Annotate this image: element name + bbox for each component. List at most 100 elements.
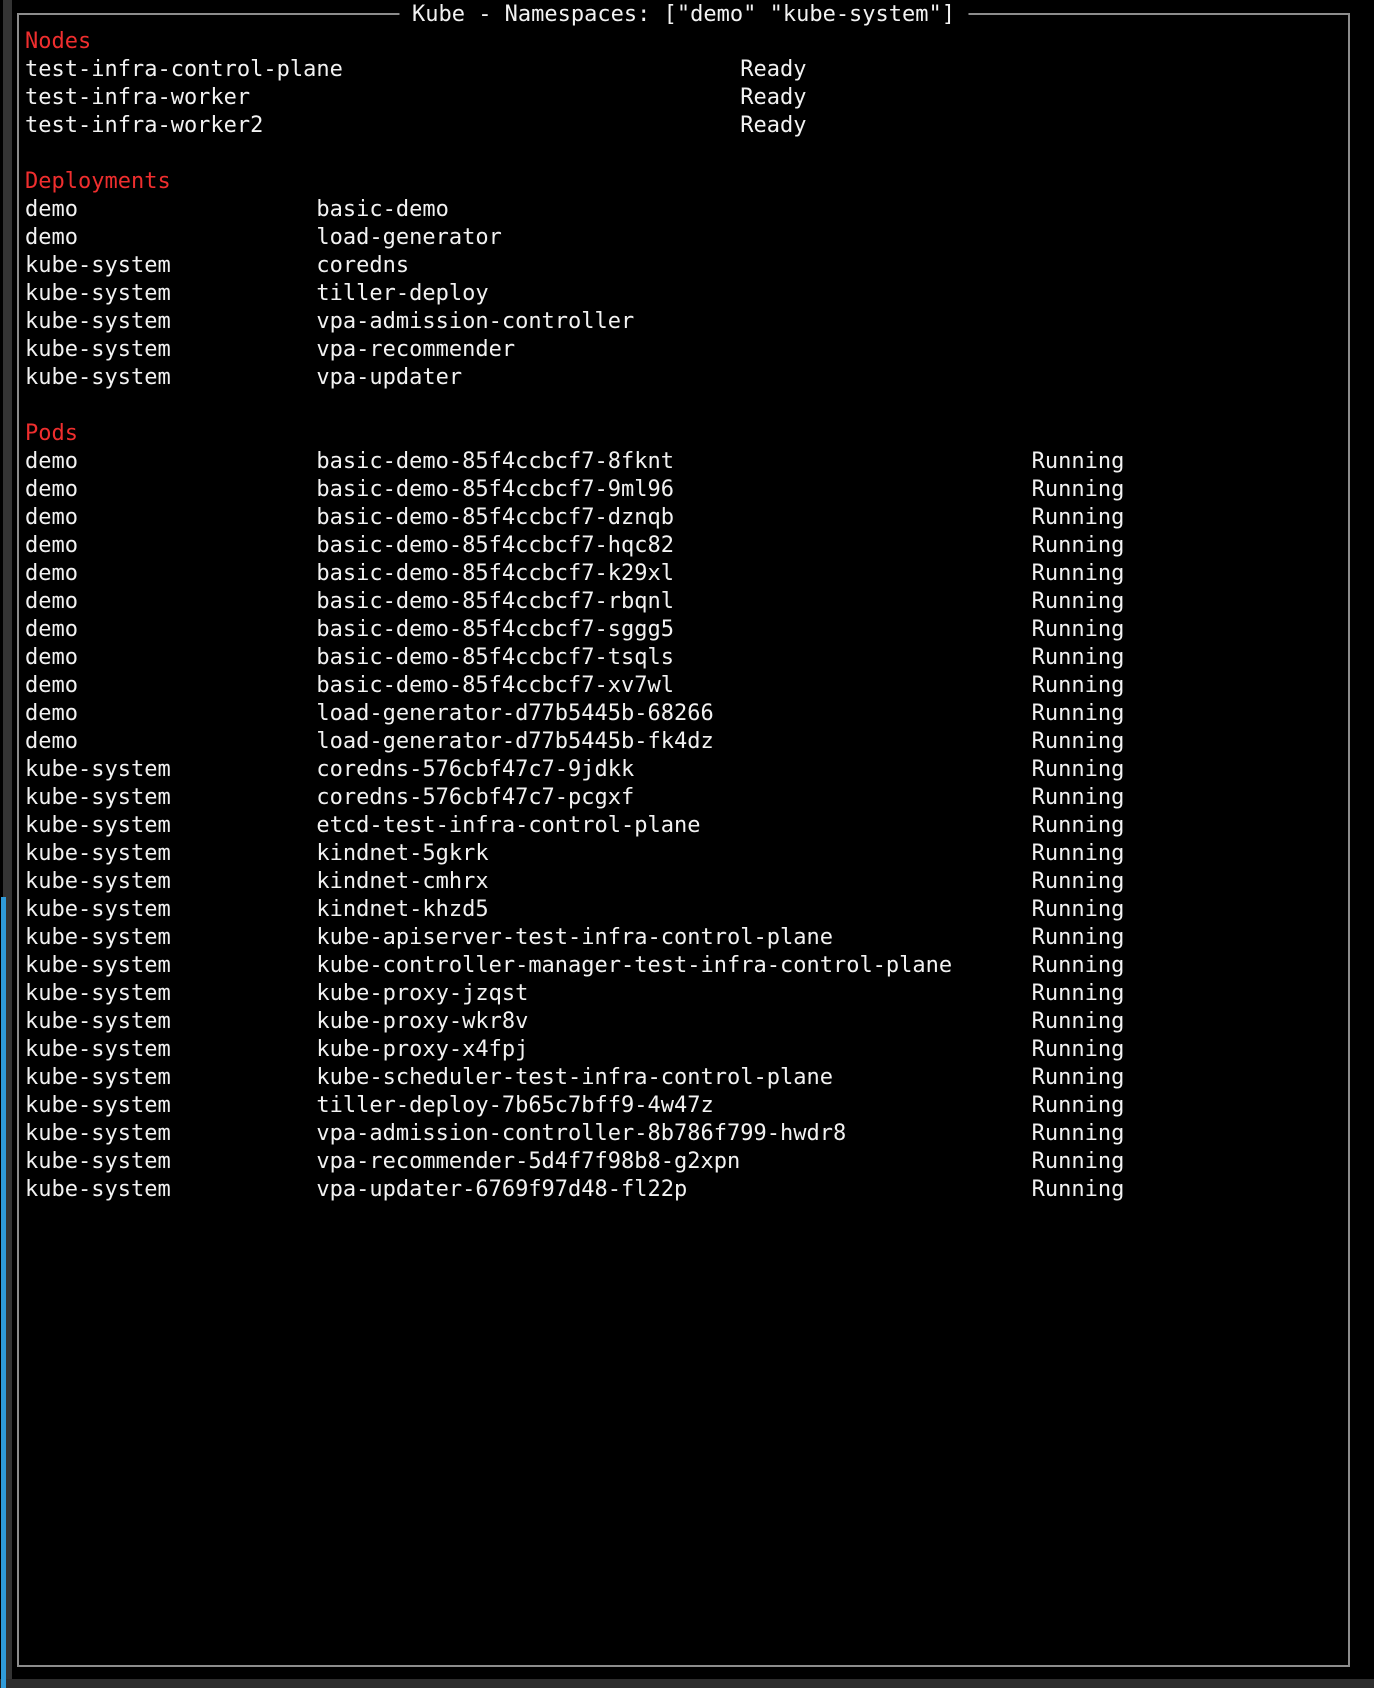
section-header-nodes: Nodes — [25, 28, 1346, 56]
deployment-name: tiller-deploy — [316, 281, 488, 306]
pod-status: Running — [1032, 1093, 1125, 1118]
scroll-indicator[interactable] — [1, 897, 6, 1688]
pod-namespace: demo — [25, 476, 316, 504]
pod-status: Running — [1032, 869, 1125, 894]
pod-namespace: demo — [25, 588, 316, 616]
pod-namespace: kube-system — [25, 952, 316, 980]
node-status: Ready — [740, 57, 806, 82]
pod-namespace: kube-system — [25, 1036, 316, 1064]
deployment-namespace: demo — [25, 196, 316, 224]
pod-status: Running — [1032, 477, 1125, 502]
pod-namespace: demo — [25, 532, 316, 560]
pod-row: kube-systemkube-proxy-wkr8vRunning — [25, 1008, 1346, 1036]
pod-name: vpa-updater-6769f97d48-fl22p — [316, 1176, 1031, 1204]
pod-name: basic-demo-85f4ccbcf7-9ml96 — [316, 476, 1031, 504]
pod-name: basic-demo-85f4ccbcf7-sggg5 — [316, 616, 1031, 644]
pod-namespace: demo — [25, 700, 316, 728]
spacer-row — [25, 140, 1346, 168]
pod-status: Running — [1032, 645, 1125, 670]
panel-content: Nodestest-infra-control-planeReadytest-i… — [25, 28, 1346, 1204]
node-name: test-infra-control-plane — [25, 56, 740, 84]
pod-name: kube-apiserver-test-infra-control-plane — [316, 924, 1031, 952]
deployment-name: vpa-recommender — [316, 337, 515, 362]
pod-status: Running — [1032, 1037, 1125, 1062]
pod-row: kube-systemcoredns-576cbf47c7-9jdkkRunni… — [25, 756, 1346, 784]
pod-namespace: kube-system — [25, 1176, 316, 1204]
pod-namespace: demo — [25, 616, 316, 644]
pod-name: basic-demo-85f4ccbcf7-dznqb — [316, 504, 1031, 532]
node-name: test-infra-worker — [25, 84, 740, 112]
pod-row: demobasic-demo-85f4ccbcf7-9ml96Running — [25, 476, 1346, 504]
pod-namespace: kube-system — [25, 924, 316, 952]
pod-status: Running — [1032, 1065, 1125, 1090]
pod-status: Running — [1032, 701, 1125, 726]
pod-status: Running — [1032, 1149, 1125, 1174]
pod-status: Running — [1032, 925, 1125, 950]
pod-status: Running — [1032, 813, 1125, 838]
pod-status: Running — [1032, 981, 1125, 1006]
pod-name: basic-demo-85f4ccbcf7-8fknt — [316, 448, 1031, 476]
pod-namespace: demo — [25, 644, 316, 672]
pod-status: Running — [1032, 1009, 1125, 1034]
spacer-row — [25, 392, 1346, 420]
pod-status: Running — [1032, 729, 1125, 754]
pod-name: basic-demo-85f4ccbcf7-k29xl — [316, 560, 1031, 588]
pod-name: kube-proxy-wkr8v — [316, 1008, 1031, 1036]
pod-row: kube-systemvpa-recommender-5d4f7f98b8-g2… — [25, 1148, 1346, 1176]
pod-name: kindnet-khzd5 — [316, 896, 1031, 924]
pod-name: vpa-admission-controller-8b786f799-hwdr8 — [316, 1120, 1031, 1148]
pod-name: load-generator-d77b5445b-fk4dz — [316, 728, 1031, 756]
pod-row: demobasic-demo-85f4ccbcf7-sggg5Running — [25, 616, 1346, 644]
pod-name: kube-scheduler-test-infra-control-plane — [316, 1064, 1031, 1092]
pod-namespace: kube-system — [25, 1120, 316, 1148]
deployment-row: demobasic-demo — [25, 196, 1346, 224]
pod-status: Running — [1032, 785, 1125, 810]
node-row: test-infra-workerReady — [25, 84, 1346, 112]
panel-title: Kube - Namespaces: ["demo" "kube-system"… — [399, 2, 968, 28]
pod-namespace: kube-system — [25, 1064, 316, 1092]
pod-row: kube-systemcoredns-576cbf47c7-pcgxfRunni… — [25, 784, 1346, 812]
pod-name: basic-demo-85f4ccbcf7-xv7wl — [316, 672, 1031, 700]
terminal-screen[interactable]: Kube - Namespaces: ["demo" "kube-system"… — [0, 0, 1374, 1688]
pod-status: Running — [1032, 449, 1125, 474]
pod-row: kube-systemkindnet-5gkrkRunning — [25, 840, 1346, 868]
pod-namespace: demo — [25, 504, 316, 532]
node-status: Ready — [740, 85, 806, 110]
pod-status: Running — [1032, 1121, 1125, 1146]
node-row: test-infra-worker2Ready — [25, 112, 1346, 140]
pod-name: vpa-recommender-5d4f7f98b8-g2xpn — [316, 1148, 1031, 1176]
deployment-name: basic-demo — [316, 197, 448, 222]
pod-name: basic-demo-85f4ccbcf7-tsqls — [316, 644, 1031, 672]
pod-namespace: kube-system — [25, 756, 316, 784]
pod-status: Running — [1032, 617, 1125, 642]
pod-status: Running — [1032, 533, 1125, 558]
kube-panel: Kube - Namespaces: ["demo" "kube-system"… — [17, 13, 1350, 1667]
pod-name: tiller-deploy-7b65c7bff9-4w47z — [316, 1092, 1031, 1120]
deployment-namespace: kube-system — [25, 364, 316, 392]
deployment-row: kube-systemvpa-recommender — [25, 336, 1346, 364]
pod-row: kube-systemkube-scheduler-test-infra-con… — [25, 1064, 1346, 1092]
pod-status: Running — [1032, 589, 1125, 614]
deployment-row: demoload-generator — [25, 224, 1346, 252]
pod-row: kube-systemkube-controller-manager-test-… — [25, 952, 1346, 980]
node-status: Ready — [740, 113, 806, 138]
pod-row: kube-systemtiller-deploy-7b65c7bff9-4w47… — [25, 1092, 1346, 1120]
pod-namespace: kube-system — [25, 1148, 316, 1176]
pod-row: kube-systemkindnet-khzd5Running — [25, 896, 1346, 924]
pod-status: Running — [1032, 757, 1125, 782]
pod-name: kindnet-5gkrk — [316, 840, 1031, 868]
pod-row: kube-systemkube-proxy-x4fpjRunning — [25, 1036, 1346, 1064]
section-header-deployments: Deployments — [25, 168, 1346, 196]
deployment-row: kube-systemvpa-updater — [25, 364, 1346, 392]
pod-status: Running — [1032, 841, 1125, 866]
pod-row: demoload-generator-d77b5445b-68266Runnin… — [25, 700, 1346, 728]
pod-name: kindnet-cmhrx — [316, 868, 1031, 896]
deployment-name: load-generator — [316, 225, 501, 250]
pod-name: kube-controller-manager-test-infra-contr… — [316, 952, 1031, 980]
pod-row: kube-systemvpa-admission-controller-8b78… — [25, 1120, 1346, 1148]
deployment-name: vpa-admission-controller — [316, 309, 634, 334]
pod-status: Running — [1032, 897, 1125, 922]
deployment-namespace: kube-system — [25, 336, 316, 364]
node-name: test-infra-worker2 — [25, 112, 740, 140]
pod-namespace: kube-system — [25, 840, 316, 868]
